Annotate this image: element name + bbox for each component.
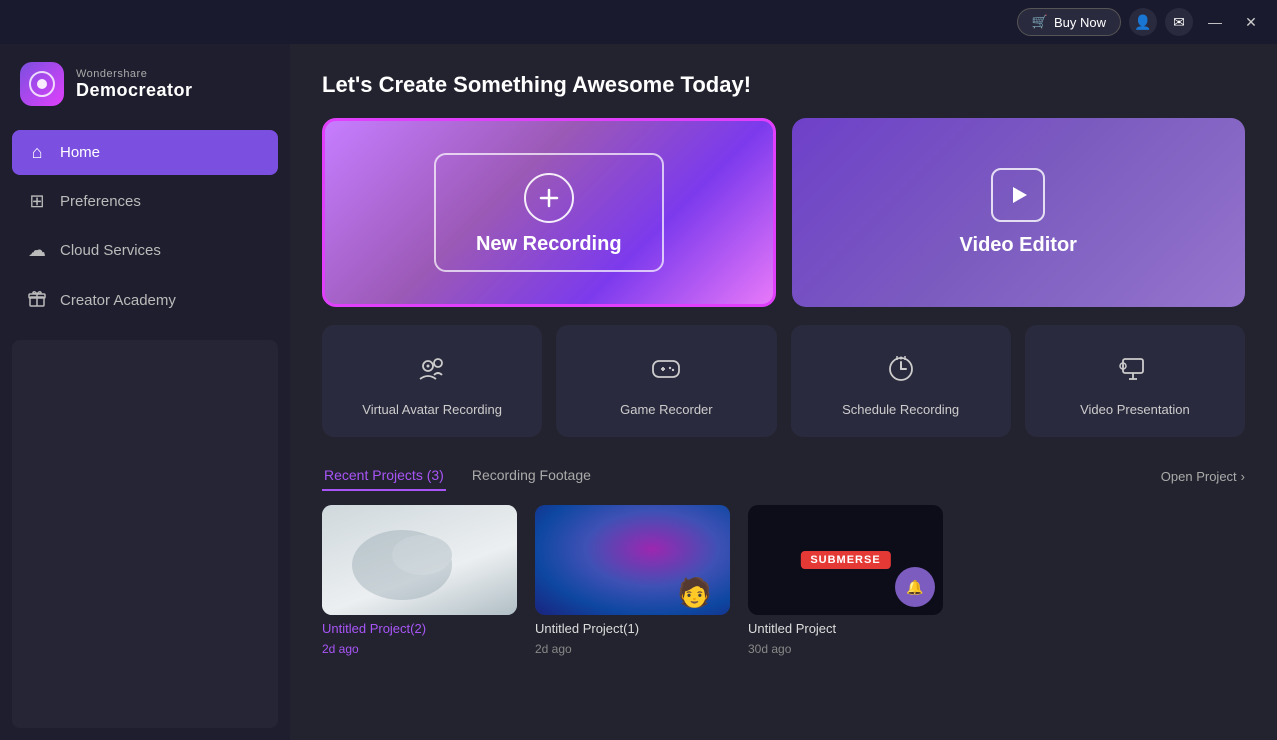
video-presentation-card[interactable]: Video Presentation bbox=[1025, 325, 1245, 437]
project-date-0: 30d ago bbox=[748, 642, 943, 656]
recent-header: Recent Projects (3) Recording Footage Op… bbox=[322, 461, 1245, 491]
avatar-character-icon: 🧑 bbox=[677, 576, 712, 609]
cloud-icon: ☁ bbox=[26, 240, 48, 261]
projects-grid: Untitled Project(2) 2d ago 🧑 Untitled Pr… bbox=[322, 505, 1245, 656]
mail-button[interactable]: ✉ bbox=[1165, 8, 1193, 36]
buy-now-label: Buy Now bbox=[1054, 15, 1106, 30]
close-button[interactable]: ✕ bbox=[1237, 8, 1265, 36]
tabs: Recent Projects (3) Recording Footage bbox=[322, 461, 617, 491]
sidebar-item-creator-academy[interactable]: Creator Academy bbox=[12, 277, 278, 324]
video-editor-label: Video Editor bbox=[960, 234, 1077, 257]
logo-text: Wondershare Democreator bbox=[76, 68, 193, 101]
project-thumb-2 bbox=[322, 505, 517, 615]
preferences-icon: ⊞ bbox=[26, 191, 48, 212]
open-project-label: Open Project bbox=[1161, 469, 1237, 484]
project-date-2: 2d ago bbox=[322, 642, 517, 656]
schedule-icon bbox=[885, 353, 917, 392]
virtual-avatar-card[interactable]: Virtual Avatar Recording bbox=[322, 325, 542, 437]
tab-recent-projects[interactable]: Recent Projects (3) bbox=[322, 461, 446, 491]
game-recorder-card[interactable]: Game Recorder bbox=[556, 325, 776, 437]
logo-top-text: Wondershare bbox=[76, 68, 193, 80]
main-content: Let's Create Something Awesome Today! Ne… bbox=[290, 44, 1277, 740]
virtual-avatar-icon bbox=[416, 353, 448, 392]
cart-icon: 🛒 bbox=[1032, 14, 1048, 30]
project-item-1[interactable]: 🧑 Untitled Project(1) 2d ago bbox=[535, 505, 730, 656]
video-presentation-label: Video Presentation bbox=[1080, 402, 1190, 417]
home-label: Home bbox=[60, 144, 100, 161]
nav-items: ⌂ Home ⊞ Preferences ☁ Cloud Services bbox=[0, 130, 290, 324]
sidebar-item-preferences[interactable]: ⊞ Preferences bbox=[12, 179, 278, 224]
open-project-link[interactable]: Open Project › bbox=[1161, 469, 1245, 484]
top-cards: New Recording Video Editor bbox=[322, 118, 1245, 307]
project-item-2[interactable]: Untitled Project(2) 2d ago bbox=[322, 505, 517, 656]
game-recorder-icon bbox=[650, 353, 682, 392]
project-thumb-1: 🧑 bbox=[535, 505, 730, 615]
buy-now-button[interactable]: 🛒 Buy Now bbox=[1017, 8, 1121, 36]
creator-academy-label: Creator Academy bbox=[60, 292, 176, 309]
sidebar: Wondershare Democreator ⌂ Home ⊞ Prefere… bbox=[0, 44, 290, 740]
app-body: Wondershare Democreator ⌂ Home ⊞ Prefere… bbox=[0, 44, 1277, 740]
logo-area: Wondershare Democreator bbox=[0, 44, 290, 130]
new-recording-inner: New Recording bbox=[434, 153, 664, 272]
new-recording-plus-icon bbox=[524, 173, 574, 223]
schedule-recording-label: Schedule Recording bbox=[842, 402, 959, 417]
game-recorder-label: Game Recorder bbox=[620, 402, 712, 417]
schedule-recording-card[interactable]: Schedule Recording bbox=[791, 325, 1011, 437]
virtual-avatar-label: Virtual Avatar Recording bbox=[362, 402, 502, 417]
video-editor-play-icon bbox=[991, 168, 1045, 222]
project-name-1: Untitled Project(1) bbox=[535, 621, 730, 636]
thumb-hand-bg bbox=[322, 505, 517, 615]
project-date-1: 2d ago bbox=[535, 642, 730, 656]
video-presentation-icon bbox=[1119, 353, 1151, 392]
academy-icon bbox=[26, 289, 48, 312]
thumb-badge-text: SUBMERSE bbox=[800, 551, 890, 569]
titlebar: 🛒 Buy Now 👤 ✉ — ✕ bbox=[0, 0, 1277, 44]
tab-recording-footage[interactable]: Recording Footage bbox=[470, 461, 593, 491]
sidebar-item-cloud-services[interactable]: ☁ Cloud Services bbox=[12, 228, 278, 273]
thumb-dark-bg: 🔔 SUBMERSE bbox=[748, 505, 943, 615]
video-editor-card[interactable]: Video Editor bbox=[792, 118, 1246, 307]
logo-icon bbox=[20, 62, 64, 106]
project-item-0[interactable]: 🔔 SUBMERSE Untitled Project 30d ago bbox=[748, 505, 943, 656]
page-title: Let's Create Something Awesome Today! bbox=[322, 72, 1245, 98]
cloud-services-label: Cloud Services bbox=[60, 242, 161, 259]
democreator-logo-svg bbox=[28, 70, 56, 98]
project-name-2: Untitled Project(2) bbox=[322, 621, 517, 636]
tool-cards: Virtual Avatar Recording Game Recorder bbox=[322, 325, 1245, 437]
logo-bottom-text: Democreator bbox=[76, 80, 193, 101]
user-account-button[interactable]: 👤 bbox=[1129, 8, 1157, 36]
preferences-label: Preferences bbox=[60, 193, 141, 210]
new-recording-label: New Recording bbox=[476, 233, 622, 256]
thumb-galaxy-bg: 🧑 bbox=[535, 505, 730, 615]
project-thumb-0: 🔔 SUBMERSE bbox=[748, 505, 943, 615]
thumb-notification-icon: 🔔 bbox=[895, 567, 935, 607]
minimize-button[interactable]: — bbox=[1201, 8, 1229, 36]
sidebar-bottom-area bbox=[12, 340, 278, 728]
chevron-right-icon: › bbox=[1241, 469, 1245, 484]
gift-icon-svg bbox=[28, 289, 46, 307]
new-recording-card[interactable]: New Recording bbox=[322, 118, 776, 307]
project-name-0: Untitled Project bbox=[748, 621, 943, 636]
sidebar-item-home[interactable]: ⌂ Home bbox=[12, 130, 278, 175]
home-icon: ⌂ bbox=[26, 142, 48, 163]
